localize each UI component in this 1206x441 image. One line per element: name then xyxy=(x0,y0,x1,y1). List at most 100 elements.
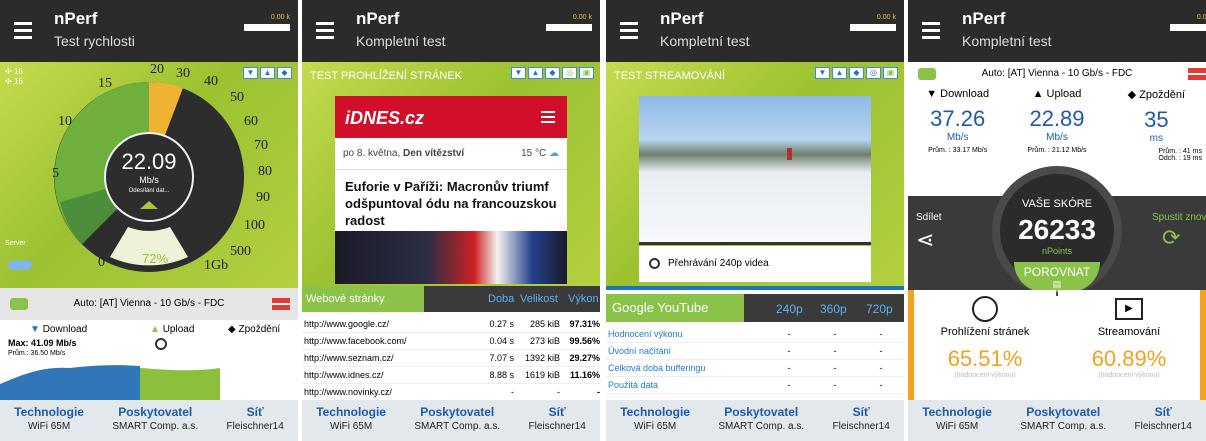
down-arrow-icon[interactable]: ▼ xyxy=(511,67,526,79)
metric-download: ▼ Download 37.26 Mb/s Prům. : 33.17 Mb/s xyxy=(908,88,1007,184)
mini-speed: 0.00 k xyxy=(244,14,290,31)
globe-icon xyxy=(972,296,998,322)
score-value: 26233 xyxy=(1018,214,1096,245)
table-cell: Úvodní načítání xyxy=(608,346,672,356)
footer: Technologie WiFi 65M Poskytovatel SMART Co… xyxy=(302,400,600,441)
upload-icon: ▲ xyxy=(1032,88,1044,100)
latency-icon[interactable]: ◆ xyxy=(545,67,560,79)
browse-value: 65.51% xyxy=(947,346,1023,371)
server-icon xyxy=(10,298,28,310)
upload-avg: Prům. : 21.12 Mb/s xyxy=(1027,147,1087,154)
table-cell: 285 kiB xyxy=(529,319,560,329)
nav-arrows: ▼ ▲ ◆ ◎ ▣ xyxy=(511,67,594,79)
max-speed: Max: 41.09 Mb/s xyxy=(8,338,77,348)
stream-icon[interactable]: ▣ xyxy=(883,67,898,79)
tick-40: 40 xyxy=(204,74,218,89)
tick-30: 30 xyxy=(176,66,190,81)
mini-speed-value: 0.00 k xyxy=(876,14,896,21)
mini-speed: 0.00 k xyxy=(850,14,896,31)
table-cell: - xyxy=(787,363,791,373)
footer-network: Síť Fleischner14 xyxy=(1135,405,1192,441)
footer-network: Síť Fleischner14 xyxy=(529,405,586,441)
video-player[interactable] xyxy=(639,96,871,242)
menu-icon[interactable] xyxy=(14,22,32,39)
app-bar: nPerf Test rychlosti 0.00 k xyxy=(0,0,298,62)
tick-500: 500 xyxy=(230,244,251,259)
menu-icon[interactable] xyxy=(922,22,940,39)
news-image xyxy=(335,231,567,284)
nav-arrows: ▼ ▲ ◆ ◎ ▣ xyxy=(815,67,898,79)
table-cell: 99.56% xyxy=(569,336,600,346)
app-bar: nPerf Kompletní test 0.00 k xyxy=(908,0,1206,62)
headline[interactable]: Euforie v Paříži: Macronův triumf odšpun… xyxy=(335,170,567,237)
footer-tech-value: WiFi 65M xyxy=(633,421,677,432)
stream-label: Streamování xyxy=(1097,326,1161,338)
table-cell: - xyxy=(597,387,600,397)
menu-icon[interactable] xyxy=(620,22,638,39)
server-bar[interactable]: Auto: [AT] Vienna - 10 Gb/s - FDC xyxy=(908,62,1206,86)
stream-sub: (hodnocení výkonu) xyxy=(1098,372,1160,379)
footer-network-value: Fleischner14 xyxy=(226,421,284,432)
web-preview: iDNES.cz po 8. května, Den vítězství 15 °… xyxy=(335,96,567,284)
up-arrow-icon[interactable]: ▲ xyxy=(528,67,543,79)
mini-speed-value: 0.00 k xyxy=(572,14,592,21)
server-bar[interactable]: Auto: [AT] Vienna - 10 Gb/s - FDC xyxy=(0,288,298,320)
table-cell: http://www.novinky.cz/ xyxy=(304,387,392,397)
footer: Technologie WiFi 65M Poskytovatel SMART Co… xyxy=(606,400,904,441)
mini-speed: 0.00 k xyxy=(1170,14,1206,31)
score-label: VAŠE SKÓRE xyxy=(1021,198,1093,210)
share-label: Sdílet xyxy=(916,212,942,223)
table-row: Celková doba bufferingu - - - xyxy=(606,360,904,377)
restart-button[interactable]: Spustit znov ⟳ xyxy=(1152,212,1206,251)
stream-value: 60.89% xyxy=(1091,346,1167,371)
down-arrow-icon[interactable]: ▼ xyxy=(815,67,830,79)
app-subtitle: Kompletní test xyxy=(962,33,1052,49)
browse-icon[interactable]: ◎ xyxy=(866,67,881,79)
footer-provider-value: SMART Comp. a.s. xyxy=(718,421,805,432)
tick-50: 50 xyxy=(230,90,244,105)
latency-value: 35 xyxy=(1144,107,1169,132)
site-menu-icon[interactable] xyxy=(541,111,555,123)
browsing-test-panel: nPerf Kompletní test 0.00 k TEST PROHLÍŽ… xyxy=(302,0,600,441)
table-row: http://www.novinky.cz/ - - - xyxy=(302,384,600,401)
upload-unit: Mb/s xyxy=(1046,132,1068,143)
server-label: Server xyxy=(5,240,26,247)
compare-button[interactable]: POROVNAT ▤ xyxy=(1014,262,1100,292)
date-text: po 8. května, xyxy=(343,148,404,159)
tick-labels: 0 5 10 15 20 30 40 50 60 70 80 90 100 50… xyxy=(0,62,298,288)
server-name: Auto: [AT] Vienna - 10 Gb/s - FDC xyxy=(73,298,225,309)
app-subtitle: Kompletní test xyxy=(356,33,446,49)
gauge-area: ✣ 16 ✣ 16 ▼ ▲ ◆ 72% 22.09 Mb/s Odesílání da… xyxy=(0,62,298,288)
browse-sub: (hodnocení výkonu) xyxy=(954,372,1016,379)
tick-100: 100 xyxy=(244,218,265,233)
footer: Technologie WiFi 65M Poskytovatel SMART Co… xyxy=(908,400,1206,441)
share-icon: ⋖ xyxy=(916,227,935,252)
menu-icon[interactable] xyxy=(316,22,334,39)
table-cell: - xyxy=(833,380,837,390)
stream-icon[interactable]: ▣ xyxy=(579,67,594,79)
tab-download[interactable]: ▼ Download xyxy=(30,324,87,335)
latency-icon[interactable]: ◆ xyxy=(849,67,864,79)
mini-speed-value: 0.00 k xyxy=(270,14,290,21)
table-row: http://www.idnes.cz/8.88 s 1619 kiB 11.16% xyxy=(302,367,600,384)
footer-network-label: Síť xyxy=(246,405,264,419)
footer-provider-value: SMART Comp. a.s. xyxy=(1020,421,1107,432)
tick-70: 70 xyxy=(254,138,268,153)
col-360p: 360p xyxy=(820,302,847,316)
footer-tech-value: WiFi 65M xyxy=(27,421,71,432)
section-title: TEST PROHLÍŽENÍ STRÁNEK xyxy=(310,70,462,82)
app-subtitle: Test rychlosti xyxy=(54,33,135,49)
table-cell: 29.27% xyxy=(569,353,600,363)
tab-upload[interactable]: ▲ Upload xyxy=(150,324,194,335)
download-unit: Mb/s xyxy=(946,132,969,143)
table-cell: 0.04 s xyxy=(489,336,514,346)
compare-label: POROVNAT xyxy=(1023,265,1091,279)
col-size: Velikost xyxy=(520,293,558,305)
browse-icon[interactable]: ◎ xyxy=(562,67,577,79)
tab-latency[interactable]: ◆ Zpoždění xyxy=(228,324,280,335)
share-button[interactable]: Sdílet ⋖ xyxy=(916,212,942,253)
refresh-icon: ⟳ xyxy=(1162,225,1181,250)
table-cell: - xyxy=(879,363,883,373)
table-cell: Celková doba bufferingu xyxy=(608,363,706,373)
up-arrow-icon[interactable]: ▲ xyxy=(832,67,847,79)
